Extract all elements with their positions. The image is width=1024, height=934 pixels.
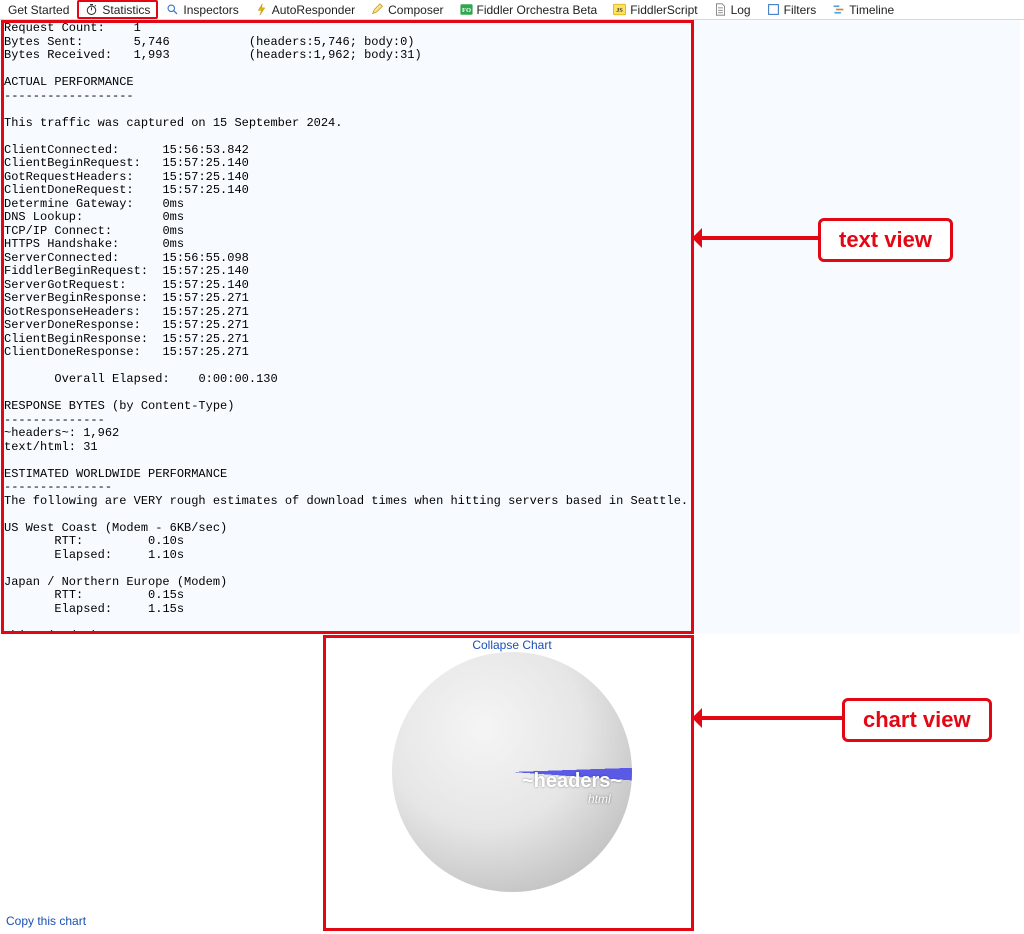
statistics-text: Request Count: 1 Bytes Sent: 5,746 (head…	[0, 20, 1020, 634]
timeline-icon	[832, 3, 845, 16]
pie-label-html: html	[588, 792, 611, 806]
collapse-chart-link[interactable]: Collapse Chart	[0, 638, 1024, 652]
tab-label: Log	[731, 3, 751, 17]
svg-text:JS: JS	[617, 8, 624, 14]
copy-chart-link[interactable]: Copy this chart	[6, 914, 86, 928]
magnifier-icon	[166, 3, 179, 16]
tab-label: Fiddler Orchestra Beta	[477, 3, 598, 17]
chart-pane: Collapse Chart ~headers~ html Copy this …	[0, 634, 1024, 934]
tab-log[interactable]: Log	[706, 0, 759, 19]
tab-timeline[interactable]: Timeline	[824, 0, 902, 19]
tab-label: Timeline	[849, 3, 894, 17]
svg-text:FO: FO	[461, 7, 470, 14]
tab-label: Composer	[388, 3, 443, 17]
tab-fiddlerscript[interactable]: JS FiddlerScript	[605, 0, 705, 19]
pie-label-headers: ~headers~	[522, 770, 622, 793]
lightning-icon	[255, 3, 268, 16]
tab-label: Filters	[784, 3, 817, 17]
statistics-text-pane[interactable]: Request Count: 1 Bytes Sent: 5,746 (head…	[0, 20, 1020, 634]
fo-badge-icon: FO	[460, 3, 473, 16]
tab-orchestra[interactable]: FO Fiddler Orchestra Beta	[452, 0, 606, 19]
stopwatch-icon	[85, 3, 98, 16]
tab-inspectors[interactable]: Inspectors	[158, 0, 246, 19]
tab-label: Statistics	[102, 3, 150, 17]
tab-label: FiddlerScript	[630, 3, 697, 17]
tab-composer[interactable]: Composer	[363, 0, 451, 19]
tab-filters[interactable]: Filters	[759, 0, 825, 19]
checkbox-icon	[767, 3, 780, 16]
tab-get-started[interactable]: Get Started	[0, 0, 77, 19]
js-badge-icon: JS	[613, 3, 626, 16]
tab-label: AutoResponder	[272, 3, 355, 17]
tab-bar: Get Started Statistics Inspectors AutoRe…	[0, 0, 1024, 20]
tab-label: Inspectors	[183, 3, 238, 17]
tab-label: Get Started	[8, 3, 69, 17]
pencil-icon	[371, 3, 384, 16]
tab-statistics[interactable]: Statistics	[77, 0, 158, 19]
document-icon	[714, 3, 727, 16]
tab-autoresponder[interactable]: AutoResponder	[247, 0, 363, 19]
pie-chart: ~headers~ html	[392, 652, 632, 892]
